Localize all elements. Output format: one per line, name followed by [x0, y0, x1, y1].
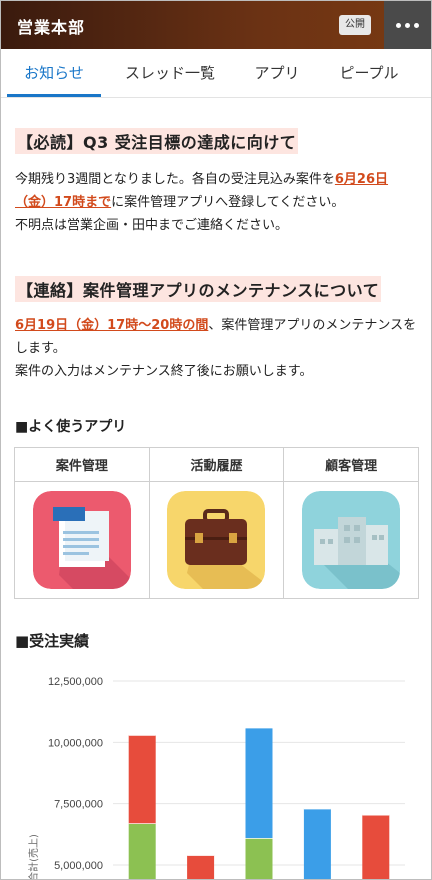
dot-icon [405, 22, 410, 28]
dot-icon [414, 22, 419, 28]
notice-schedule-link[interactable]: 6月19日（金）17時〜20時の間 [15, 318, 208, 333]
y-tick-label: 7,500,000 [54, 799, 103, 811]
y-tick-label: 5,000,000 [54, 860, 103, 872]
notice-required: 【必読】Q3 受注目標の達成に向けて 今期残り3週間となりました。各自の受注見込… [15, 128, 419, 237]
tab-apps[interactable]: アプリ [241, 49, 313, 97]
y-axis-label: 合計(売上) [27, 834, 40, 880]
bar-segment [303, 808, 331, 879]
notice-body: 今期残り3週間となりました。各自の受注見込み案件を6月26日（金）17時までに案… [15, 168, 419, 214]
notice-maintenance: 【連絡】案件管理アプリのメンテナンスについて 6月19日（金）17時〜20時の間… [15, 276, 419, 383]
bar-segment [187, 855, 215, 879]
tab-notices[interactable]: お知らせ [7, 49, 101, 97]
app-label[interactable]: 活動履歴 [148, 447, 285, 482]
bar-segment [245, 727, 273, 839]
dot-icon [396, 22, 401, 28]
space-title: 営業本部 [17, 18, 86, 37]
briefcase-icon[interactable] [167, 491, 266, 589]
notice-title: 【必読】Q3 受注目標の達成に向けて [15, 128, 299, 154]
notice-text: 今期残り3週間となりました。各自の受注見込み案件を [15, 172, 335, 187]
bar-segment [128, 823, 156, 879]
bar-segment [245, 838, 273, 879]
app-label[interactable]: 顧客管理 [283, 447, 419, 482]
chart-section-title: ■受注実績 [15, 632, 90, 650]
y-tick-label: 12,500,000 [48, 676, 103, 688]
space-header: 営業本部 公開 [1, 1, 431, 49]
apps-section-title: ■よく使うアプリ [15, 419, 127, 435]
notice-body: 6月19日（金）17時〜20時の間、案件管理アプリのメンテナンスをします。 [15, 314, 419, 360]
tab-bar: お知らせ スレッド一覧 アプリ ピープル [1, 49, 431, 98]
favorite-apps-table: 案件管理 活動履歴 顧客管理 [14, 447, 419, 599]
app-cell-activity[interactable] [148, 481, 285, 599]
app-label[interactable]: 案件管理 [14, 447, 150, 482]
app-frame: 営業本部 公開 お知らせ スレッド一覧 アプリ ピープル 【必読】Q3 受注目標… [0, 0, 432, 880]
more-options-button[interactable] [384, 1, 431, 49]
notice-body-line: 不明点は営業企画・田中までご連絡ください。 [15, 218, 289, 233]
notice-text: に案件管理アプリへ登録してください。 [111, 195, 345, 210]
sales-chart: 12,500,000 10,000,000 7,500,000 5,000,000 合計… [27, 676, 405, 880]
tab-threads[interactable]: スレッド一覧 [113, 49, 227, 97]
notice-title: 【連絡】案件管理アプリのメンテナンスについて [15, 276, 382, 302]
public-badge: 公開 [339, 15, 371, 35]
app-cell-customers[interactable] [283, 481, 419, 599]
bar-segment [128, 734, 156, 824]
y-tick-label: 10,000,000 [48, 737, 103, 749]
app-cell-deals[interactable] [14, 481, 150, 599]
notice-body-line: 案件の入力はメンテナンス終了後にお願いします。 [15, 364, 313, 379]
document-icon[interactable] [32, 491, 131, 589]
bar-segment [362, 814, 390, 879]
buildings-icon[interactable] [302, 491, 401, 589]
tab-people[interactable]: ピープル [327, 49, 411, 97]
